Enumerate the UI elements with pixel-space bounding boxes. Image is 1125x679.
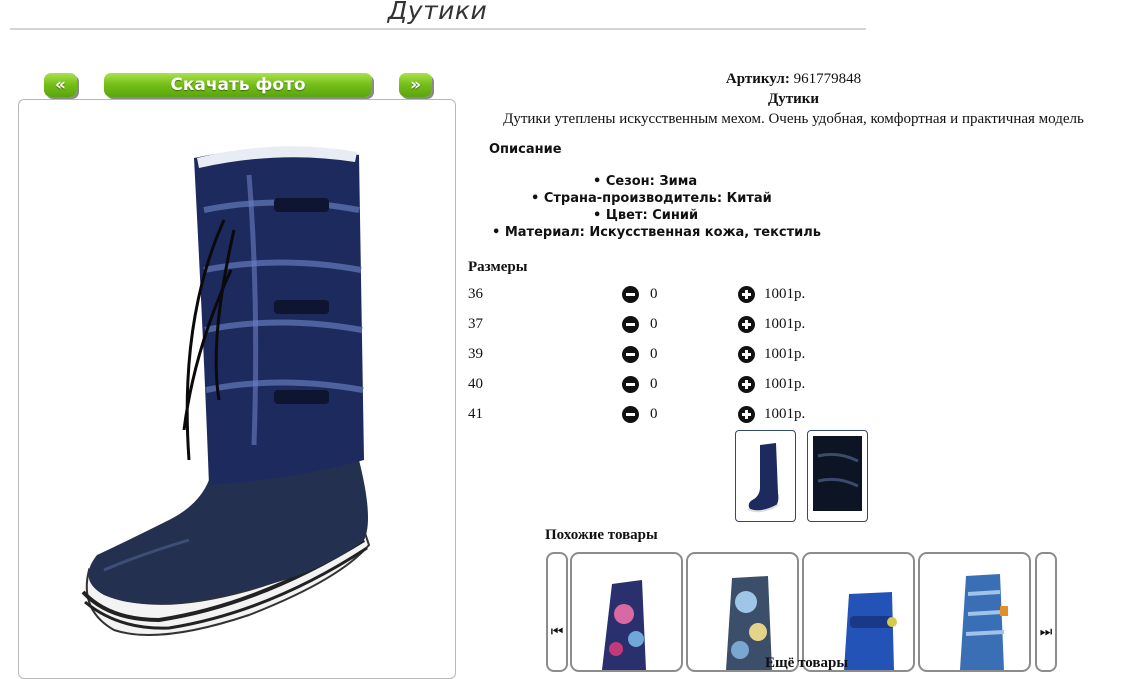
minus-circle-icon[interactable] [622,376,639,393]
size-value: 39 [468,346,483,362]
quantity-value: 0 [650,316,658,332]
size-row: 39 0 1001р. [468,344,868,366]
download-photo-button[interactable]: Скачать фото [104,73,372,97]
plus-circle-icon[interactable] [738,406,755,423]
title-divider [10,28,866,30]
attribute-country: • Страна-производитель: Китай [531,191,772,206]
minus-circle-icon[interactable] [622,406,639,423]
quantity-value: 0 [650,376,658,392]
next-photo-button[interactable]: » [399,73,432,97]
product-short-description: Дутики утеплены искусственным мехом. Оче… [503,111,1084,127]
article-value: 961779848 [793,71,862,87]
similar-product-card[interactable] [686,552,799,672]
main-product-photo [18,99,456,679]
size-row: 41 0 1001р. [468,404,868,426]
size-value: 36 [468,286,483,302]
minus-circle-icon[interactable] [622,346,639,363]
more-products-label: Ещё товары [765,655,849,671]
size-value: 40 [468,376,483,392]
article-line: Артикул: 961779848 [462,69,1125,89]
quantity-value: 0 [650,286,658,302]
plus-circle-icon[interactable] [738,346,755,363]
skip-forward-icon: ⏭ [1039,624,1053,640]
plus-circle-icon[interactable] [738,376,755,393]
similar-next-button[interactable]: ⏭ [1035,552,1057,672]
size-row: 37 0 1001р. [468,314,868,336]
size-row: 36 0 1001р. [468,284,868,306]
sizes-heading: Размеры [468,259,528,275]
article-label: Артикул: [725,71,790,87]
price-value: 1001р. [764,376,806,392]
size-value: 41 [468,406,483,422]
quantity-value: 0 [650,406,658,422]
description-heading: Описание [489,142,562,157]
attribute-season: • Сезон: Зима [593,174,698,189]
product-name: Дутики [767,91,820,107]
quantity-value: 0 [650,346,658,362]
prev-photo-button[interactable]: « [44,73,77,97]
similar-product-card[interactable] [802,552,915,672]
size-value: 37 [468,316,483,332]
minus-circle-icon[interactable] [622,316,639,333]
boot-image [81,146,371,636]
page-title: Дутики [387,0,488,25]
minus-circle-icon[interactable] [622,286,639,303]
similar-products-heading: Похожие товары [545,527,658,543]
price-value: 1001р. [764,286,806,302]
similar-product-card[interactable] [570,552,683,672]
plus-circle-icon[interactable] [738,316,755,333]
price-value: 1001р. [764,346,806,362]
similar-product-card[interactable] [918,552,1031,672]
size-row: 40 0 1001р. [468,374,868,396]
similar-prev-button[interactable]: ⏮ [546,552,568,672]
photo-thumbnail-2[interactable] [807,430,868,522]
attribute-color: • Цвет: Синий [593,208,699,223]
attribute-material: • Материал: Искусственная кожа, текстиль [492,225,822,240]
skip-back-icon: ⏮ [550,624,564,640]
plus-circle-icon[interactable] [738,286,755,303]
photo-thumbnail-1[interactable] [735,430,796,522]
price-value: 1001р. [764,316,806,332]
price-value: 1001р. [764,406,806,422]
